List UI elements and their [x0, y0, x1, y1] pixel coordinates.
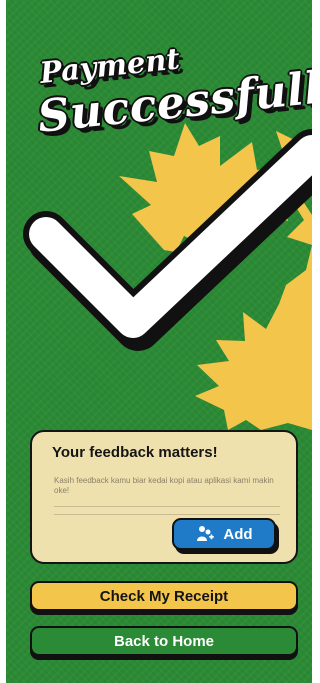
add-feedback-button[interactable]: Add	[172, 518, 276, 550]
check-receipt-button[interactable]: Check My Receipt	[30, 581, 298, 611]
feedback-title: Your feedback matters!	[52, 444, 218, 461]
add-feedback-label: Add	[223, 525, 253, 543]
back-to-home-label: Back to Home	[113, 632, 215, 650]
check-receipt-label: Check My Receipt	[99, 587, 229, 605]
feedback-input[interactable]: Kasih feedback kamu biar kedai kopi atau…	[54, 476, 280, 507]
feedback-input-underline	[54, 514, 280, 515]
payment-success-screen: Payment Successfull Your feedback matter…	[6, 0, 312, 683]
feedback-add-icon	[197, 526, 215, 541]
feedback-card: Your feedback matters! Kasih feedback ka…	[30, 430, 298, 564]
back-to-home-button[interactable]: Back to Home	[30, 626, 298, 656]
